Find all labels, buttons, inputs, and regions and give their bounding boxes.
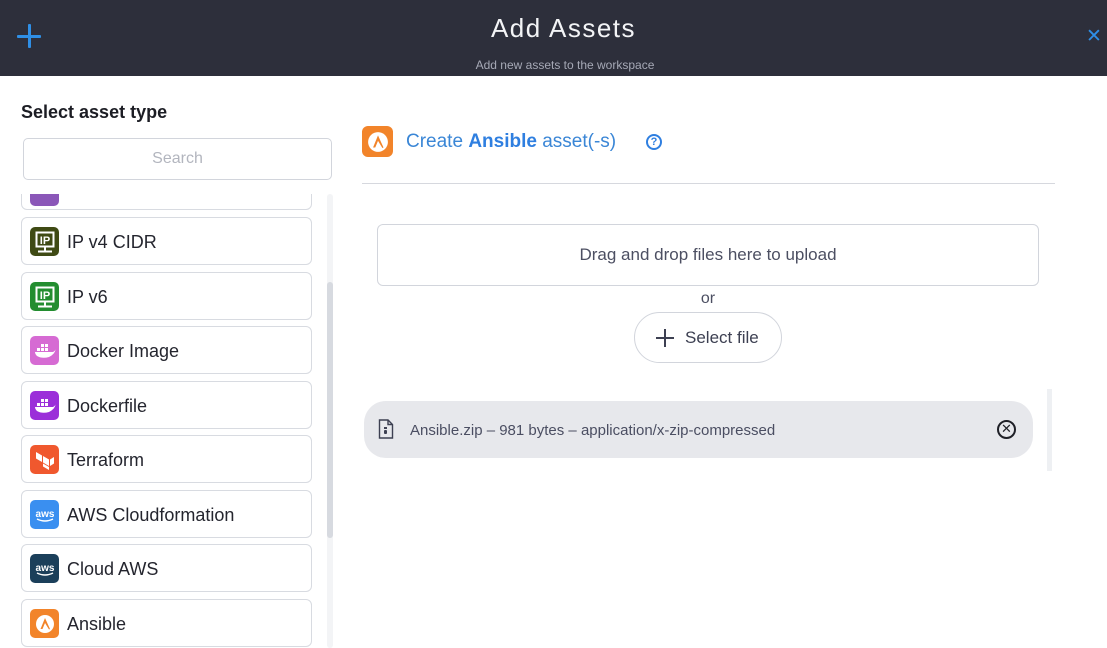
svg-text:IP: IP <box>39 290 49 302</box>
heading-asset-type: Ansible <box>468 131 537 152</box>
ansible-icon <box>362 126 393 157</box>
docker-icon <box>30 391 59 420</box>
close-icon[interactable]: ✕ <box>1086 27 1102 46</box>
plus-icon <box>656 329 674 347</box>
asset-type-item-partial[interactable] <box>21 194 312 210</box>
asset-type-item-ansible[interactable]: Ansible <box>21 599 312 647</box>
asset-type-label: IP v6 <box>67 287 108 307</box>
create-asset-heading: Create Ansible asset(-s) <box>406 131 616 153</box>
svg-text:aws: aws <box>35 509 54 520</box>
divider <box>362 183 1055 184</box>
file-item: Ansible.zip – 981 bytes – application/x-… <box>364 401 1033 458</box>
asset-type-item-cloud-aws[interactable]: aws Cloud AWS <box>21 544 312 592</box>
asset-type-list: IP IP v4 CIDR IP IP v6 Docker Image Dock… <box>0 194 340 648</box>
aws-icon: aws <box>30 500 59 529</box>
uploaded-file-list: Ansible.zip – 981 bytes – application/x-… <box>362 389 1052 471</box>
asset-type-item-ipv6[interactable]: IP IP v6 <box>21 272 312 320</box>
asset-type-label: IP v4 CIDR <box>67 232 157 252</box>
asset-type-item-ipv4-cidr[interactable]: IP IP v4 CIDR <box>21 217 312 265</box>
select-file-button[interactable]: Select file <box>634 312 782 363</box>
asset-type-label: Dockerfile <box>67 396 148 416</box>
asset-type-label: Docker Image <box>67 341 180 361</box>
dialog-header: Add Assets Add new assets to the workspa… <box>0 0 1107 76</box>
aws-icon: aws <box>30 554 59 583</box>
heading-prefix: Create <box>406 131 469 152</box>
dialog-subtitle: Add new assets to the workspace <box>475 58 655 72</box>
asset-type-label: Ansible <box>67 614 127 634</box>
file-info-text: Ansible.zip – 981 bytes – application/x-… <box>410 422 776 439</box>
asset-type-item-aws-cloudformation[interactable]: aws AWS Cloudformation <box>21 490 312 538</box>
file-zip-icon <box>378 419 394 439</box>
ip-icon: IP <box>30 282 59 311</box>
asset-type-item-terraform[interactable]: Terraform <box>21 435 312 483</box>
select-file-label: Select file <box>685 328 759 347</box>
asset-type-heading: Select asset type <box>21 102 168 122</box>
docker-icon <box>30 336 59 365</box>
svg-text:aws: aws <box>35 563 54 574</box>
heading-suffix: asset(-s) <box>536 131 617 152</box>
svg-text:IP: IP <box>39 235 49 247</box>
search-input[interactable] <box>23 138 332 180</box>
asset-type-label: AWS Cloudformation <box>67 505 235 525</box>
asset-type-item-docker-image[interactable]: Docker Image <box>21 326 312 374</box>
dialog-title: Add Assets <box>490 13 637 43</box>
remove-file-icon[interactable]: ✕ <box>997 420 1016 439</box>
asset-type-label: Cloud AWS <box>67 559 159 579</box>
ansible-icon <box>30 609 59 638</box>
asset-type-label: Terraform <box>67 450 145 470</box>
asset-type-item-dockerfile[interactable]: Dockerfile <box>21 381 312 429</box>
file-dropzone[interactable]: Drag and drop files here to upload <box>377 224 1039 286</box>
help-icon[interactable]: ? <box>646 134 662 150</box>
list-scrollbar-thumb[interactable] <box>327 282 333 538</box>
file-list-scroll-track[interactable] <box>1047 389 1052 471</box>
purple-asset-icon <box>30 194 59 206</box>
or-separator: or <box>700 290 716 307</box>
ip-icon: IP <box>30 227 59 256</box>
terraform-icon <box>30 445 59 474</box>
